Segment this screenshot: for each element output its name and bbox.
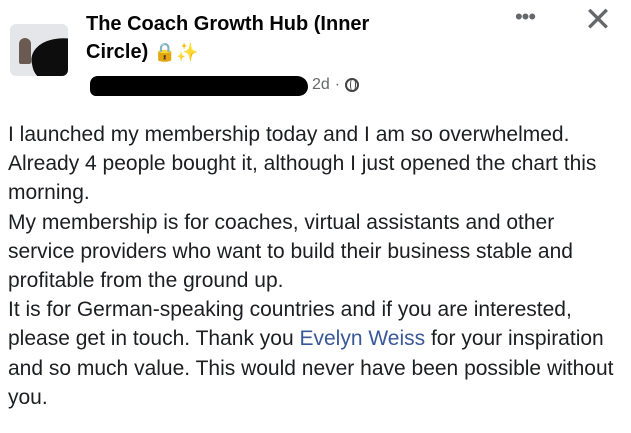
post-paragraph-2: My membership is for coaches, virtual as…: [8, 210, 573, 293]
mention-link[interactable]: Evelyn Weiss: [299, 327, 425, 350]
post-paragraph-3: It is for German-speaking countries and …: [8, 295, 620, 412]
group-name-link[interactable]: The Coach Growth Hub (Inner Circle) 🔒✨: [86, 10, 426, 66]
post-meta: 2d ·: [312, 76, 360, 94]
sparkle-icon: ✨: [176, 42, 199, 62]
redacted-avatar: [27, 32, 68, 76]
redacted-author-name: [90, 76, 308, 96]
more-options-icon[interactable]: •••: [505, 6, 545, 30]
post-text: I launched my membership today and I am …: [8, 120, 620, 412]
avatar-photo: [19, 38, 31, 64]
close-icon[interactable]: ✕: [581, 3, 615, 38]
globe-icon: [345, 78, 360, 92]
post-time[interactable]: 2d: [312, 76, 330, 94]
post-paragraph-1: I launched my membership today and I am …: [8, 123, 597, 205]
group-avatar[interactable]: [10, 24, 68, 76]
meta-separator: ·: [334, 76, 341, 93]
lock-icon: 🔒: [153, 42, 177, 62]
post-header: The Coach Growth Hub (Inner Circle) 🔒✨ 2…: [0, 0, 631, 110]
group-title-text: The Coach Growth Hub (Inner Circle): [86, 13, 370, 63]
